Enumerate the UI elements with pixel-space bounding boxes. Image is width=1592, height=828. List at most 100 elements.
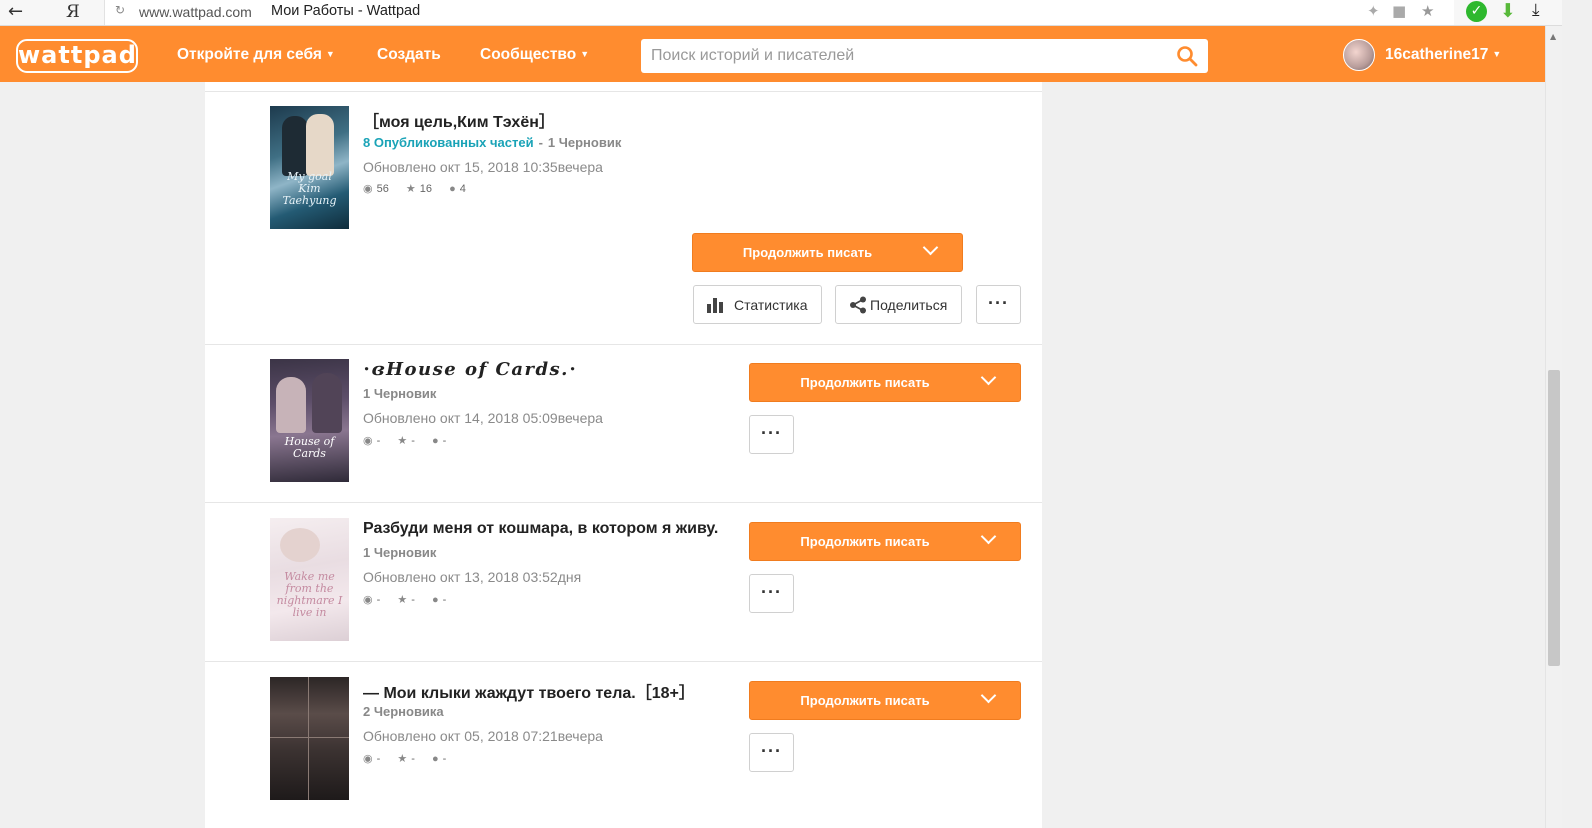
eye-icon: ◉ (363, 183, 373, 195)
share-button[interactable]: Поделиться (835, 285, 962, 324)
views-stat: ◉ - (363, 434, 380, 447)
story-title[interactable]: Разбуди меня от кошмара, в котором я жив… (363, 520, 718, 538)
protect-check-icon[interactable]: ✓ (1466, 1, 1487, 22)
votes-count: - (411, 594, 415, 606)
views-count: 56 (376, 183, 389, 195)
story-parts: 2 Черновика (363, 704, 444, 719)
bookmark-star-icon[interactable]: ★ (1421, 2, 1434, 20)
votes-stat: ★ - (397, 434, 415, 447)
continue-writing-button[interactable]: Продолжить писать (749, 681, 1021, 720)
views-count: - (376, 753, 381, 765)
divider (205, 344, 1042, 345)
eye-icon: ◉ (363, 594, 373, 606)
ellipsis-icon: ··· (761, 582, 782, 602)
parts-separator: - (538, 135, 543, 150)
cover-figure (276, 377, 306, 433)
story-cover[interactable]: Wake me from the nightmare I live in (270, 518, 349, 641)
back-arrow-icon[interactable]: ← (8, 1, 23, 22)
browser-toolbar: ← Я ↻ www.wattpad.com Мои Работы - Wattp… (0, 0, 1592, 26)
divider (205, 661, 1042, 662)
votes-stat: ★ - (397, 752, 415, 765)
search-icon[interactable] (1176, 45, 1198, 67)
cover-title: Wake me from the nightmare I live in (276, 570, 343, 619)
story-cover[interactable] (270, 677, 349, 800)
chevron-down-icon: ▼ (1492, 49, 1502, 59)
nav-create-label: Создать (377, 46, 441, 63)
comments-count: - (442, 435, 447, 447)
votes-count: - (411, 435, 415, 447)
story-updated: Обновлено окт 13, 2018 03:52дня (363, 569, 582, 585)
address-bar[interactable]: ↻ www.wattpad.com Мои Работы - Wattpad ✦… (104, 0, 1454, 25)
ellipsis-icon: ··· (761, 741, 782, 761)
star-icon: ★ (397, 753, 408, 765)
views-stat: ◉ 56 (363, 182, 389, 195)
story-cover[interactable]: House of Cards (270, 359, 349, 482)
comments-stat: ● - (432, 753, 446, 765)
downloads-icon[interactable]: ⤓ (1532, 0, 1540, 20)
cover-title: My goal Kim Taehyung (282, 170, 337, 207)
chevron-down-icon: ▼ (580, 49, 590, 59)
votes-stat: ★ 16 (406, 182, 432, 195)
more-options-button[interactable]: ··· (749, 574, 794, 613)
more-options-button[interactable]: ··· (749, 733, 794, 772)
story-item: Wake me from the nightmare I live in Раз… (205, 518, 1042, 658)
username[interactable]: 16catherine17 ▼ (1385, 46, 1501, 64)
scrollbar-thumb[interactable] (1548, 370, 1560, 666)
more-options-button[interactable]: ··· (976, 285, 1021, 324)
scroll-up-icon[interactable]: ▲ (1550, 32, 1556, 41)
reload-icon[interactable]: ↻ (115, 3, 125, 17)
story-cover[interactable]: My goal Kim Taehyung (270, 106, 349, 229)
story-title[interactable]: ⋅ɞHouse of Cards.⋅ (363, 359, 578, 380)
divider (205, 91, 1042, 92)
page-scrollbar[interactable]: ▲ (1545, 26, 1562, 828)
divider (205, 502, 1042, 503)
votes-stat: ★ - (397, 593, 415, 606)
drafts-count: 1 Черновик (363, 386, 437, 401)
cover-figure (280, 528, 320, 562)
address-url[interactable]: www.wattpad.com (139, 4, 252, 20)
download-manager-icon[interactable]: ⬇ (1500, 0, 1516, 22)
search-box (641, 39, 1208, 73)
drafts-count: 2 Черновика (363, 704, 444, 719)
continue-writing-button[interactable]: Продолжить писать (692, 233, 963, 272)
story-title[interactable]: — Мои клыки жаждут твоего тела.［18+］ (363, 679, 695, 703)
wattpad-logo[interactable]: wattpad (16, 39, 138, 73)
comments-stat: ● - (432, 435, 446, 447)
search-input[interactable] (641, 39, 1161, 73)
share-label: Поделиться (870, 297, 948, 313)
nav-community[interactable]: Сообщество ▼ (480, 46, 589, 64)
star-icon: ★ (405, 183, 416, 195)
nav-create[interactable]: Создать (377, 46, 441, 64)
yandex-icon[interactable]: Я (66, 2, 80, 22)
story-item: House of Cards ⋅ɞHouse of Cards.⋅ 1 Черн… (205, 359, 1042, 499)
eye-icon: ◉ (363, 435, 373, 447)
nav-discover[interactable]: Откройте для себя ▼ (177, 46, 335, 64)
my-works-panel: My goal Kim Taehyung ［моя цель,Ким Тэхён… (205, 82, 1042, 828)
votes-count: - (411, 753, 415, 765)
page-title: Мои Работы - Wattpad (271, 3, 421, 19)
votes-count: 16 (419, 183, 433, 195)
story-updated: Обновлено окт 05, 2018 07:21вечера (363, 728, 603, 744)
continue-writing-button[interactable]: Продолжить писать (749, 363, 1021, 402)
story-parts: 1 Черновик (363, 545, 436, 560)
statistics-button[interactable]: Статистика (693, 285, 822, 324)
eye-icon: ◉ (363, 753, 373, 765)
nav-discover-label: Откройте для себя (177, 46, 322, 63)
comments-count: 4 (459, 183, 466, 195)
more-options-button[interactable]: ··· (749, 415, 794, 454)
username-label: 16catherine17 (1385, 46, 1489, 63)
star-icon: ★ (397, 435, 408, 447)
views-count: - (376, 435, 381, 447)
comments-count: - (442, 753, 447, 765)
chevron-down-icon: ▼ (325, 49, 335, 59)
cover-figure (312, 373, 342, 433)
avatar[interactable] (1343, 39, 1375, 71)
story-title[interactable]: ［моя цель,Ким Тэхён］ (363, 108, 555, 132)
story-updated: Обновлено окт 15, 2018 10:35вечера (363, 159, 603, 175)
lock-icon[interactable]: ■ (1392, 2, 1406, 20)
pin-icon[interactable]: ✦ (1367, 2, 1380, 20)
published-parts-link[interactable]: 8 Опубликованных частей (363, 135, 534, 150)
bar-chart-icon (707, 298, 723, 313)
statistics-label: Статистика (734, 297, 808, 313)
continue-writing-button[interactable]: Продолжить писать (749, 522, 1021, 561)
